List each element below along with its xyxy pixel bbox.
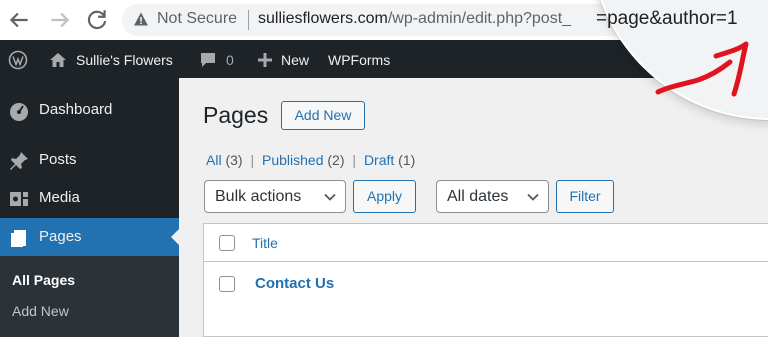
active-indicator <box>171 229 179 245</box>
dates-value: All dates <box>447 188 509 205</box>
apply-button[interactable]: Apply <box>353 180 416 213</box>
filter-all-link[interactable]: All <box>206 152 222 168</box>
sidebar-item-label: Pages <box>39 228 82 245</box>
pages-table: Title Contact Us <box>203 223 768 337</box>
filter-separator: | <box>352 152 357 168</box>
screenshot-root: Not Secure sulliesflowers.com/wp-admin/e… <box>0 0 768 337</box>
reload-icon[interactable] <box>84 7 110 33</box>
bulk-actions-value: Bulk actions <box>215 188 302 205</box>
back-arrow-icon[interactable] <box>6 7 32 33</box>
sidebar-item-posts[interactable]: Posts <box>0 141 179 179</box>
site-name-link[interactable]: Sullie's Flowers <box>76 52 173 68</box>
chevron-down-icon <box>526 190 540 204</box>
home-icon[interactable] <box>48 50 68 70</box>
forward-arrow-icon[interactable] <box>47 7 73 33</box>
filter-draft-count: (1) <box>398 152 416 168</box>
wpforms-link[interactable]: WPForms <box>328 52 390 68</box>
filter-button[interactable]: Filter <box>556 180 614 213</box>
select-all-checkbox[interactable] <box>219 235 235 251</box>
url-domain: sulliesflowers.com <box>258 10 388 27</box>
sidebar-item-label: Posts <box>39 151 77 168</box>
magnified-url-text: =page&author=1 <box>596 8 738 29</box>
column-title-header[interactable]: Title <box>252 235 278 251</box>
filter-separator: | <box>250 152 255 168</box>
status-filter-links: All (3) | Published (2) | Draft (1) <box>206 152 415 168</box>
warning-icon[interactable] <box>133 11 149 27</box>
new-content-link[interactable]: New <box>281 52 309 68</box>
filter-published-link[interactable]: Published <box>262 152 324 168</box>
annotation-scribble <box>655 41 749 97</box>
sidebar-item-dashboard[interactable]: Dashboard <box>0 91 179 129</box>
add-new-button[interactable]: Add New <box>281 101 365 130</box>
pages-submenu <box>0 256 179 337</box>
bulk-actions-select[interactable]: Bulk actions <box>204 180 346 213</box>
wordpress-logo-icon[interactable] <box>8 50 28 70</box>
submenu-all-pages[interactable]: All Pages <box>12 272 75 288</box>
row-checkbox[interactable] <box>219 276 235 292</box>
chevron-down-icon <box>323 190 337 204</box>
url-path: /wp-admin/edit.php?post_ <box>387 10 572 27</box>
plus-icon[interactable] <box>255 50 275 70</box>
sidebar-item-media[interactable]: Media <box>0 179 179 217</box>
comments-count[interactable]: 0 <box>226 52 234 68</box>
filter-all-count: (3) <box>225 152 243 168</box>
table-row-title-link[interactable]: Contact Us <box>255 275 334 292</box>
page-title: Pages <box>203 102 269 128</box>
media-icon <box>8 188 30 210</box>
url-divider <box>248 10 249 30</box>
pages-icon <box>8 227 30 249</box>
table-header-row: Title <box>204 224 768 262</box>
comment-icon[interactable] <box>198 50 218 70</box>
filter-draft-link[interactable]: Draft <box>364 152 394 168</box>
dashboard-icon <box>8 100 30 122</box>
sidebar-item-pages[interactable]: Pages <box>0 218 179 256</box>
submenu-add-new[interactable]: Add New <box>12 303 69 319</box>
sidebar-item-label: Media <box>39 189 80 206</box>
dates-select[interactable]: All dates <box>436 180 549 213</box>
pin-icon <box>8 150 30 172</box>
filter-published-count: (2) <box>327 152 345 168</box>
sidebar-item-label: Dashboard <box>39 101 113 118</box>
security-label[interactable]: Not Secure <box>157 10 237 28</box>
url-text[interactable]: sulliesflowers.com/wp-admin/edit.php?pos… <box>258 10 571 28</box>
